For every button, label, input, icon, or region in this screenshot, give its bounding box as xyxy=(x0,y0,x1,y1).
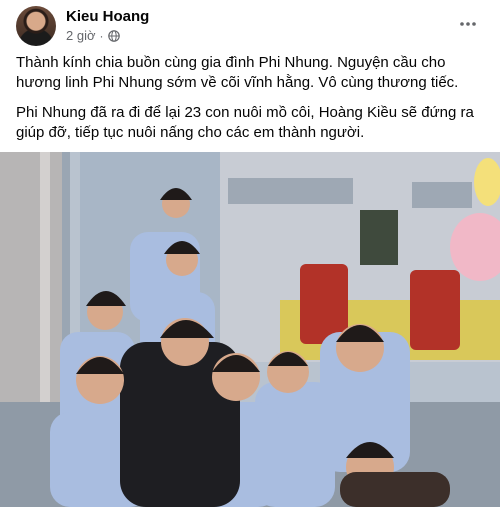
post-time[interactable]: 2 giờ xyxy=(66,28,96,43)
author-avatar[interactable] xyxy=(16,6,56,46)
meta-separator: · xyxy=(99,28,104,43)
post-text: Thành kính chia buồn cùng gia đình Phi N… xyxy=(16,53,486,153)
post-header: Kieu Hoang 2 giờ · xyxy=(16,6,486,46)
post-meta: 2 giờ · xyxy=(66,28,120,43)
post-paragraph-1: Thành kính chia buồn cùng gia đình Phi N… xyxy=(16,54,459,91)
author-name[interactable]: Kieu Hoang xyxy=(66,8,149,25)
facebook-post: Kieu Hoang 2 giờ · Thành kính chia buồn … xyxy=(0,0,500,507)
post-photo[interactable] xyxy=(0,152,500,507)
globe-icon[interactable] xyxy=(107,29,120,42)
post-paragraph-2: Phi Nhung đã ra đi để lại 23 con nuôi mồ… xyxy=(16,104,474,141)
more-options-icon[interactable] xyxy=(456,12,480,36)
photo-illustration xyxy=(0,152,500,507)
